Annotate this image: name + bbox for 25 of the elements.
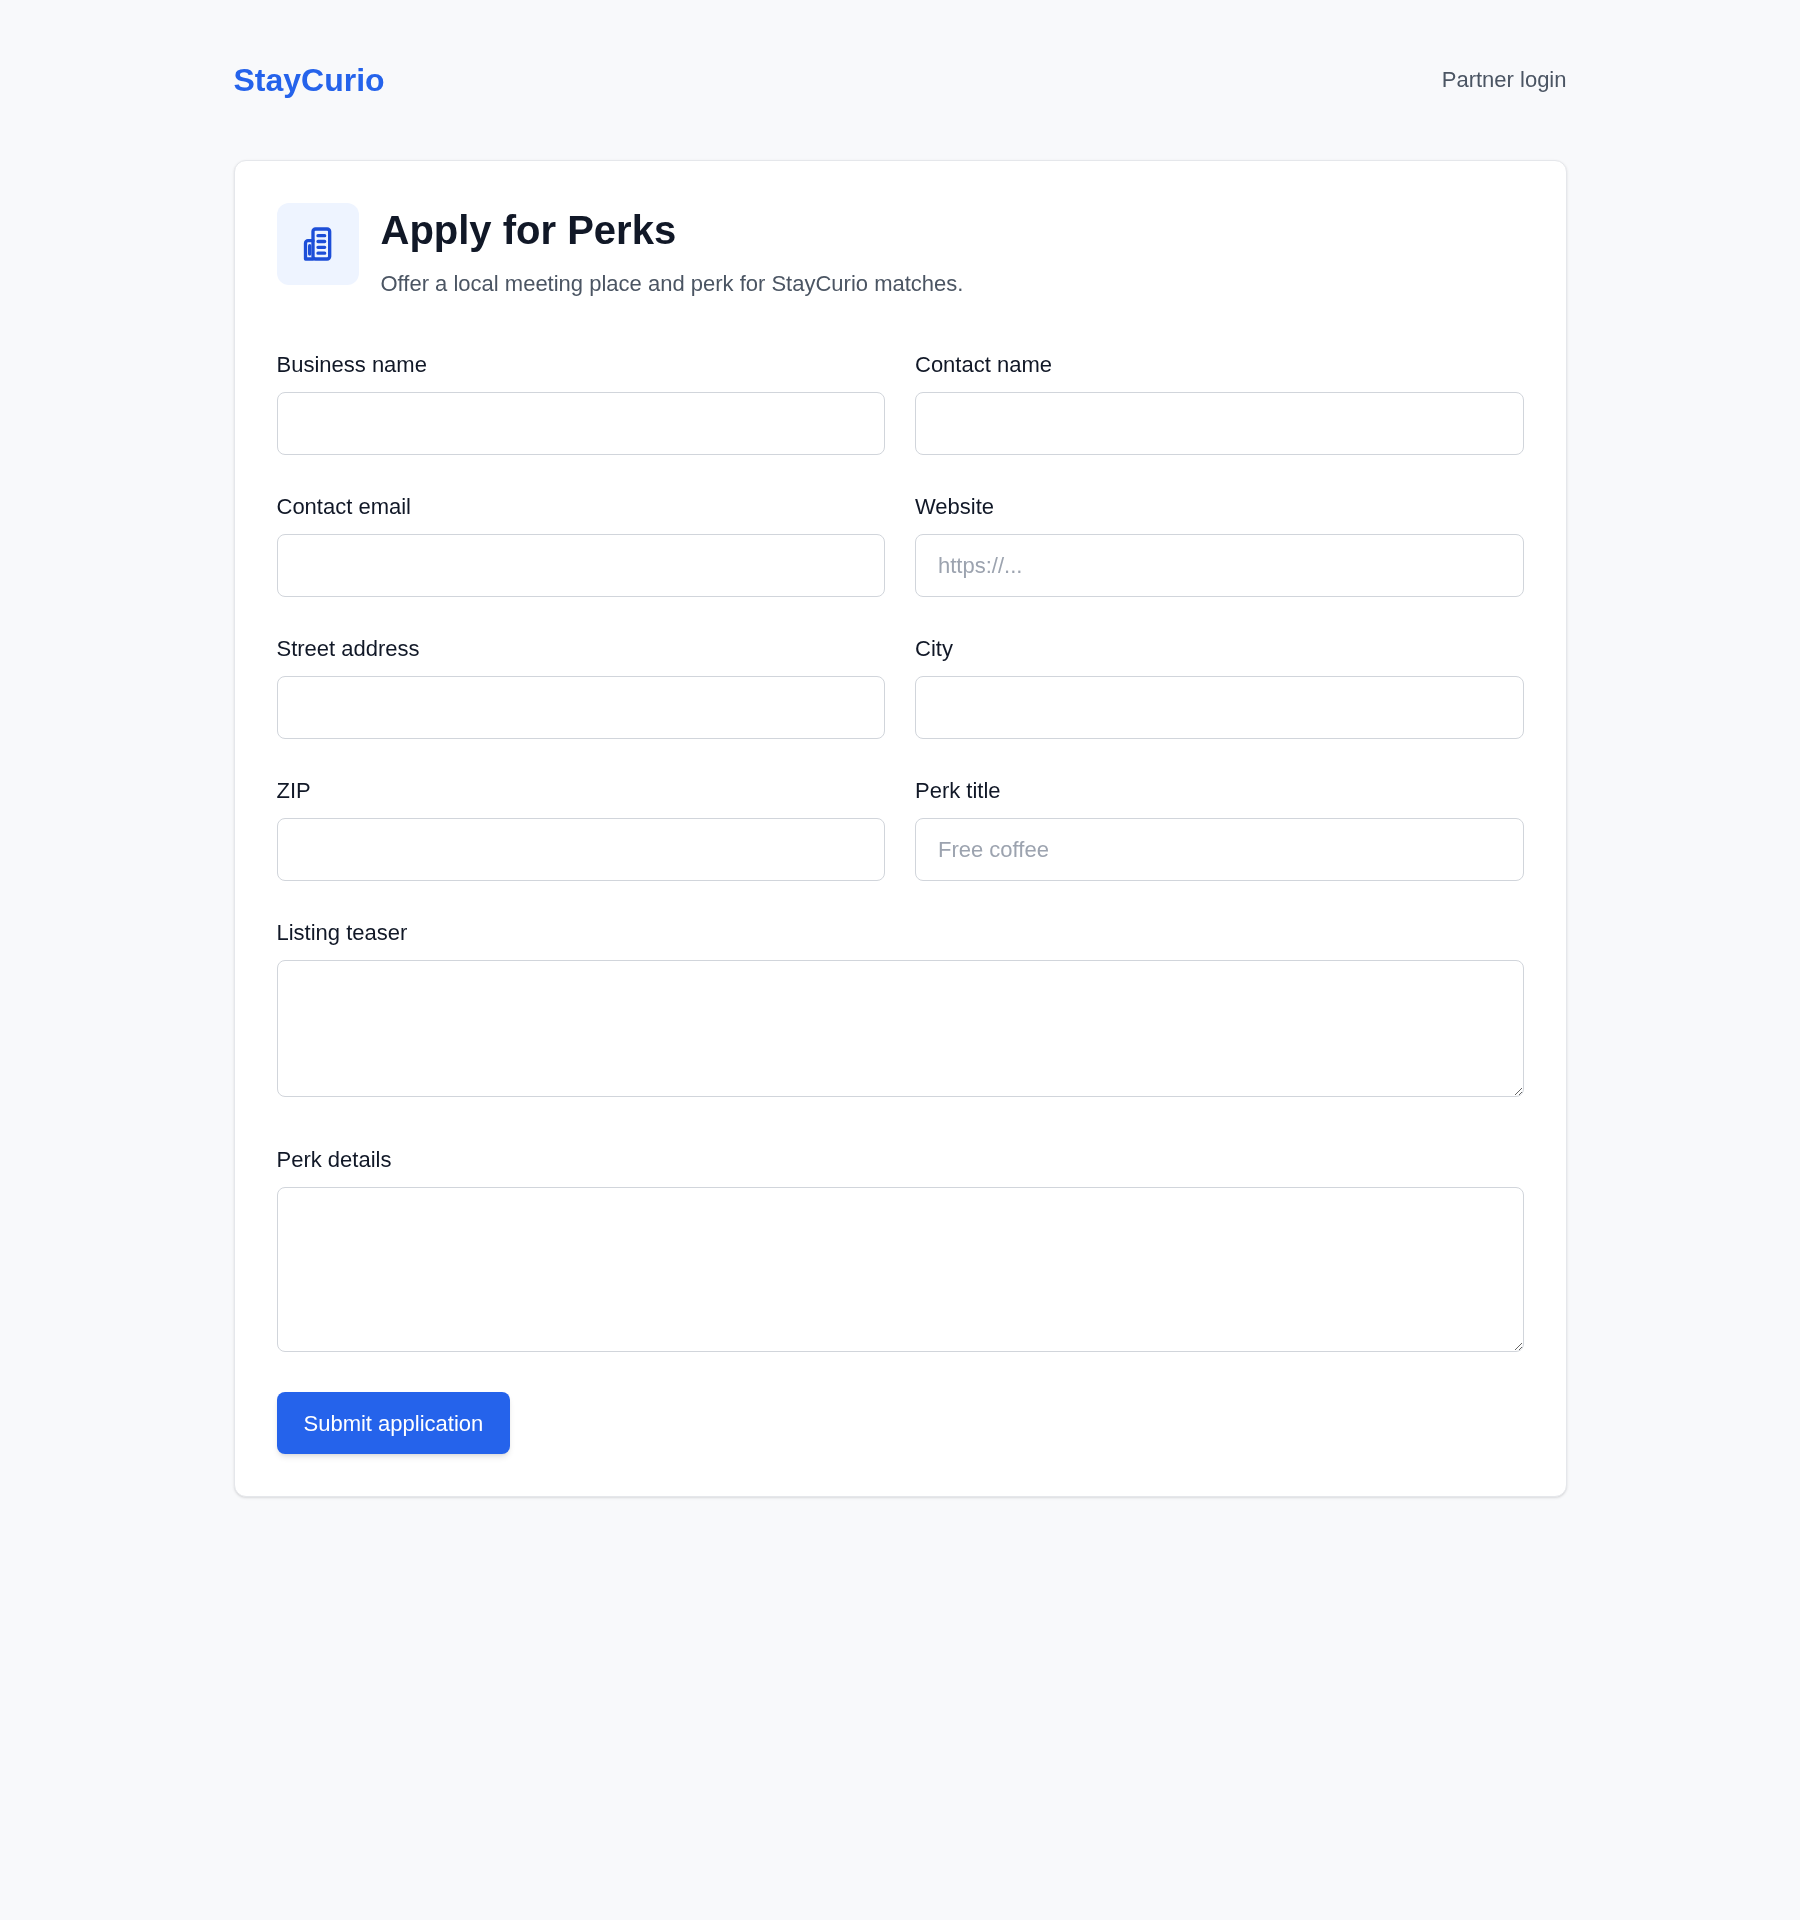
field-label: Website [915, 493, 996, 521]
field-label: Contact name [915, 351, 1053, 379]
field-label: Listing teaser [276, 919, 409, 947]
field-label: Contact email [276, 493, 412, 521]
field-label: ZIP [276, 777, 312, 805]
field-label: Perk title [915, 777, 1002, 805]
text-area[interactable] [276, 960, 1524, 1097]
text-input[interactable]: https://... [915, 534, 1524, 597]
submit-button[interactable]: Submit application [276, 1392, 511, 1454]
text-input[interactable] [276, 392, 885, 455]
text-input[interactable] [915, 676, 1524, 739]
text-input[interactable]: Free coffee [915, 818, 1524, 881]
text-input[interactable] [276, 818, 885, 881]
text-area[interactable] [276, 1187, 1524, 1352]
text-input[interactable] [276, 676, 885, 739]
field-label: City [915, 635, 954, 663]
form-title: Apply for Perks [380, 207, 678, 254]
text-input[interactable] [915, 392, 1524, 455]
form-subtitle: Offer a local meeting place and perk for StayCurio matches. [380, 270, 964, 298]
field-label: Business name [276, 351, 428, 379]
text-input[interactable] [276, 534, 885, 597]
field-label: Perk details [276, 1146, 393, 1174]
partner-login-link[interactable]: Partner login [1441, 65, 1567, 95]
logo[interactable]: StayCurio [233, 62, 385, 98]
field-label: Street address [276, 635, 421, 663]
